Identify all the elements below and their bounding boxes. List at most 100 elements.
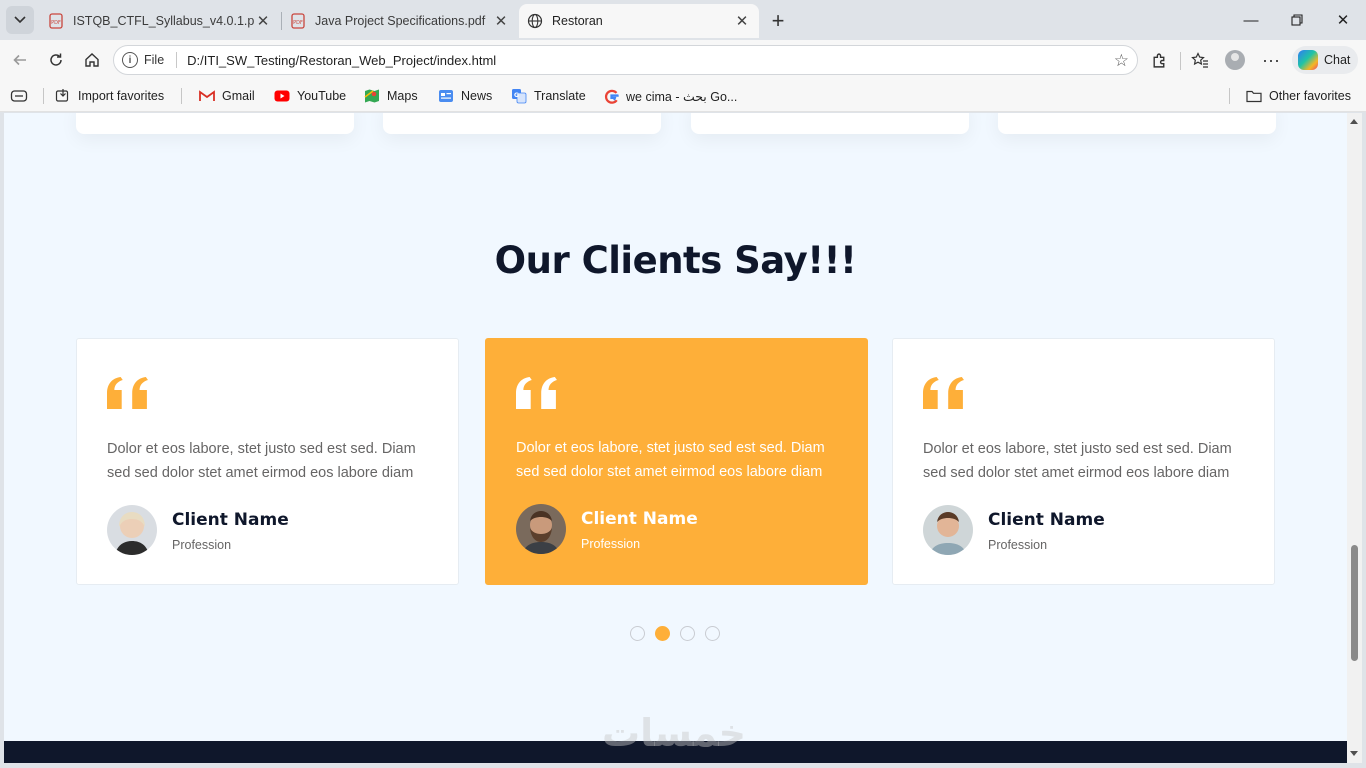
testimonial-card-active[interactable]: Dolor et eos labore, stet justo sed est … [485, 338, 868, 585]
favorite-youtube[interactable]: YouTube [274, 86, 346, 106]
home-icon [85, 53, 99, 67]
section-title: Our Clients Say!!! [494, 239, 857, 282]
quote-icon [516, 377, 557, 409]
extensions-button[interactable] [1145, 46, 1173, 74]
tab-title: ISTQB_CTFL_Syllabus_v4.0.1.pdf [73, 14, 254, 28]
home-button[interactable] [78, 46, 106, 74]
tab-java-pdf[interactable]: PDF Java Project Specifications.pdf ✕ [282, 4, 518, 38]
client-name: Client Name [172, 510, 289, 530]
favorite-label: Gmail [222, 89, 255, 103]
chevron-down-icon [14, 16, 26, 24]
testimonial-text: Dolor et eos labore, stet justo sed est … [516, 440, 825, 480]
translate-icon: G [511, 88, 527, 104]
tab-strip: PDF ISTQB_CTFL_Syllabus_v4.0.1.pdf ✕ PDF… [0, 0, 1366, 40]
google-icon [603, 88, 619, 104]
tab-restoran[interactable]: Restoran ✕ [519, 4, 759, 38]
favorite-label: News [461, 89, 493, 103]
globe-icon [527, 13, 543, 29]
client-info: Client Name Profession [107, 505, 437, 555]
client-avatar [923, 505, 973, 555]
favorite-import[interactable]: Import favorites [55, 86, 164, 106]
favorite-translate[interactable]: G Translate [511, 86, 586, 106]
client-avatar [516, 504, 566, 554]
profile-button[interactable] [1221, 46, 1249, 74]
favorite-star-icon[interactable]: ☆ [1114, 51, 1129, 71]
tab-panel-icon [10, 90, 28, 102]
import-icon [55, 88, 71, 104]
client-profession: Profession [581, 537, 641, 551]
testimonial-text: Dolor et eos labore, stet justo sed est … [107, 441, 416, 481]
browser-toolbar: i File D:/ITI_SW_Testing/Restoran_Web_Pr… [0, 40, 1366, 80]
address-bar[interactable]: i File D:/ITI_SW_Testing/Restoran_Web_Pr… [113, 45, 1138, 75]
restore-icon [1291, 14, 1303, 26]
close-tab-icon[interactable]: ✕ [254, 12, 272, 30]
chat-label: Chat [1324, 53, 1351, 67]
scrollbar-thumb[interactable] [1351, 545, 1358, 661]
tab-actions-button[interactable] [6, 6, 34, 34]
favorite-gmail[interactable]: Gmail [199, 86, 255, 106]
testimonial-card[interactable]: Dolor et eos labore, stet justo sed est … [76, 338, 459, 585]
favorite-label: Maps [387, 89, 418, 103]
favorite-label: we cima - بحث Go... [626, 89, 738, 104]
url-scheme: File [144, 53, 165, 67]
carousel-dot-active[interactable] [655, 626, 670, 641]
favorite-wecima-search[interactable]: we cima - بحث Go... [603, 86, 737, 106]
refresh-icon [50, 53, 62, 66]
info-icon[interactable]: i [122, 52, 138, 68]
svg-text:PDF: PDF [51, 20, 61, 26]
refresh-button[interactable] [42, 46, 70, 74]
favorite-label: Translate [534, 89, 586, 103]
carousel-dot[interactable] [705, 626, 720, 641]
more-dots-icon: ··· [1262, 49, 1280, 70]
back-arrow-icon [13, 54, 26, 66]
tab-istqb-pdf[interactable]: PDF ISTQB_CTFL_Syllabus_v4.0.1.pdf ✕ [40, 4, 280, 38]
favorites-divider [181, 88, 182, 104]
new-tab-button[interactable]: + [765, 8, 791, 34]
tab-title: Java Project Specifications.pdf [315, 14, 486, 28]
close-window-button[interactable]: ✕ [1320, 0, 1366, 40]
testimonial-card[interactable]: Dolor et eos labore, stet justo sed est … [892, 338, 1275, 585]
client-avatar [107, 505, 157, 555]
other-favorites-folder[interactable]: Other favorites [1246, 86, 1351, 106]
client-name: Client Name [581, 509, 698, 529]
tab-title: Restoran [552, 14, 603, 28]
service-card [383, 113, 661, 134]
quote-icon [923, 377, 964, 409]
youtube-icon [274, 88, 290, 104]
favorite-label: Other favorites [1269, 89, 1351, 103]
favorite-maps[interactable]: Maps [364, 86, 418, 106]
carousel-dot[interactable] [630, 626, 645, 641]
maps-icon [364, 88, 380, 104]
favorite-news[interactable]: News [438, 86, 492, 106]
url-text[interactable]: D:/ITI_SW_Testing/Restoran_Web_Project/i… [187, 53, 496, 68]
toolbar-divider [1180, 52, 1181, 70]
vertical-scrollbar[interactable] [1347, 113, 1362, 763]
carousel-dots [630, 626, 722, 642]
carousel-dot[interactable] [680, 626, 695, 641]
puzzle-icon [1152, 53, 1164, 68]
service-card [691, 113, 969, 134]
scroll-down-arrow-icon[interactable] [1350, 751, 1358, 756]
settings-menu-button[interactable]: ··· [1257, 46, 1285, 74]
pdf-icon: PDF [291, 13, 305, 29]
scroll-up-arrow-icon[interactable] [1350, 119, 1358, 124]
news-icon [438, 88, 454, 104]
close-tab-icon[interactable]: ✕ [733, 12, 751, 30]
client-profession: Profession [988, 538, 1048, 552]
close-tab-icon[interactable]: ✕ [492, 12, 510, 30]
service-card [998, 113, 1276, 134]
favorites-button[interactable] [1186, 46, 1214, 74]
back-button[interactable] [6, 46, 34, 74]
copilot-icon [1298, 50, 1318, 70]
client-info: Client Name Profession [516, 504, 846, 554]
copilot-chat-button[interactable]: Chat [1292, 46, 1358, 74]
profile-avatar-icon [1225, 50, 1245, 70]
client-info: Client Name Profession [923, 505, 1253, 555]
reading-view-button[interactable] [10, 86, 28, 106]
favorites-star-icon [1191, 52, 1208, 68]
watermark-logo: خمسات [602, 711, 746, 755]
favorites-bar: Import favorites Gmail YouTube Maps News… [0, 80, 1366, 112]
restore-button[interactable] [1274, 0, 1320, 40]
client-profession: Profession [172, 538, 232, 552]
minimize-button[interactable]: — [1228, 0, 1274, 40]
